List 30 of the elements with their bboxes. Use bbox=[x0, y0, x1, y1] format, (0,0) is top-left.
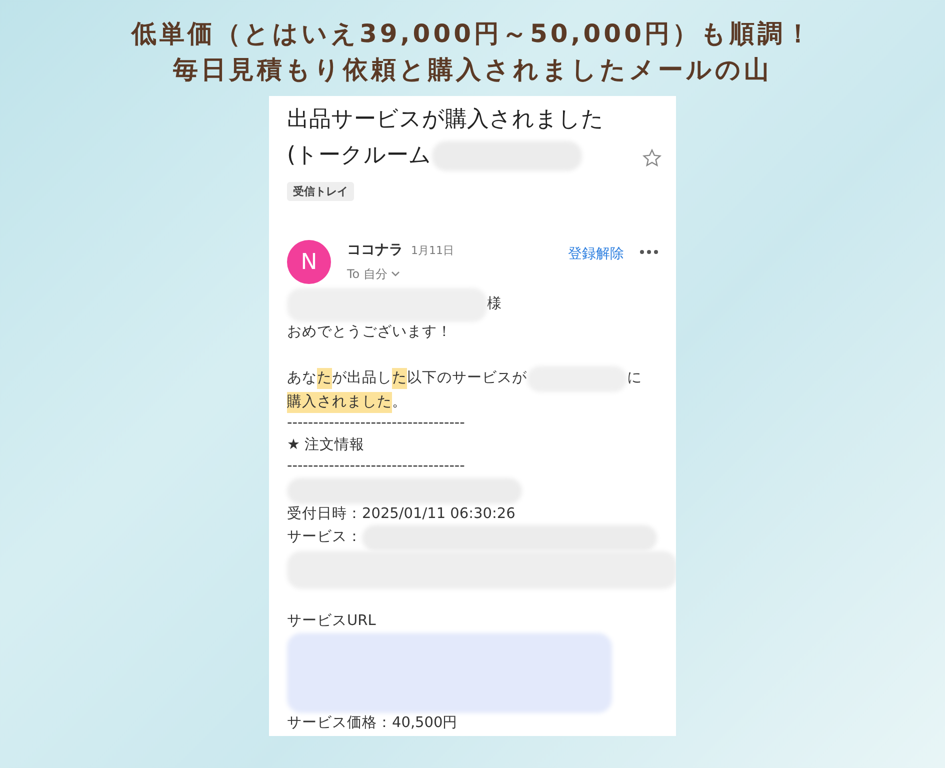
body-text: 様 bbox=[487, 295, 502, 314]
email-date: 1月11日 bbox=[411, 243, 454, 259]
body-text: おめでとうございます！ bbox=[287, 323, 452, 342]
label-tag: 受信トレイ bbox=[287, 182, 354, 201]
body-text: ---------------------------------- bbox=[287, 457, 465, 476]
body-text: が出品し bbox=[332, 368, 392, 388]
body-text: た bbox=[317, 368, 332, 390]
body-text: 購入されました bbox=[287, 392, 392, 413]
body-text: サービスURL bbox=[287, 612, 376, 631]
unsubscribe-link[interactable]: 登録解除 bbox=[568, 244, 624, 265]
sender-name: ココナラ bbox=[347, 241, 403, 260]
body-text: に bbox=[627, 368, 642, 388]
chevron-down-icon[interactable] bbox=[391, 271, 400, 277]
avatar: N bbox=[287, 240, 331, 284]
body-text: サービス： bbox=[287, 528, 362, 548]
body-text: サービス価格：40,500円 bbox=[287, 714, 458, 732]
email-subject: 出品サービスが購入されました bbox=[287, 106, 604, 134]
body-text: ★ 注文情報 bbox=[287, 436, 365, 454]
star-icon[interactable] bbox=[642, 148, 662, 168]
body-text: 。 bbox=[392, 392, 407, 412]
headline-text: 低単価（とはいえ39,000円～50,000円）も順調！ bbox=[132, 18, 814, 50]
body-text: 受付日時：2025/01/11 06:30:26 bbox=[287, 504, 516, 524]
headline-text: 毎日見積もり依頼と購入されましたメールの山 bbox=[173, 54, 772, 86]
email-subject: (トークルーム bbox=[287, 142, 432, 170]
more-icon[interactable] bbox=[640, 250, 658, 254]
body-text: あな bbox=[287, 368, 317, 388]
body-text: 以下のサービスが bbox=[407, 368, 527, 388]
body-text: た bbox=[392, 368, 407, 390]
body-text: ---------------------------------- bbox=[287, 414, 465, 433]
recipient-text: To 自分 bbox=[347, 266, 388, 283]
